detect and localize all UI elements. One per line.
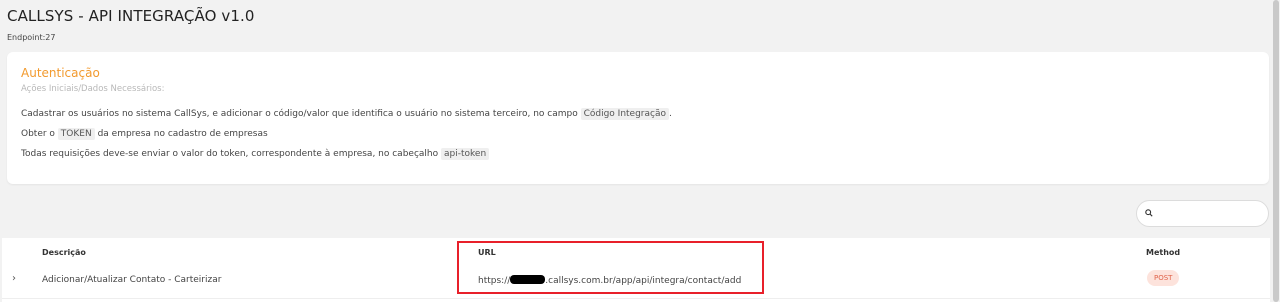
code-integracao: Código Integração: [580, 108, 669, 120]
method-badge: POST: [1147, 270, 1180, 286]
column-header-method: Method: [1146, 248, 1181, 257]
scrollbar[interactable]: [1272, 0, 1280, 302]
search-icon: [1145, 209, 1153, 217]
instruction-text: .: [668, 109, 672, 119]
instruction-text: Obter o: [21, 129, 58, 139]
instruction-text: da empresa no cadastro de empresas: [94, 129, 268, 139]
endpoint-label: Endpoint:27: [7, 33, 56, 42]
auth-instruction-3: Todas requisições deve-se enviar o valor…: [21, 148, 490, 160]
auth-card: Autenticação Ações Iniciais/Dados Necess…: [7, 52, 1269, 184]
search-input[interactable]: [1136, 200, 1269, 227]
auth-instruction-2: Obter o TOKEN da empresa no cadastro de …: [21, 128, 268, 140]
page-title: CALLSYS - API INTEGRAÇÃO v1.0: [7, 7, 255, 25]
instruction-text: Todas requisições deve-se enviar o valor…: [21, 149, 441, 159]
code-api-token: api-token: [441, 148, 490, 160]
auth-instruction-1: Cadastrar os usuários no sistema CallSys…: [21, 108, 672, 120]
code-token: TOKEN: [57, 128, 95, 140]
column-header-description: Descrição: [42, 248, 86, 257]
auth-card-subtitle: Ações Iniciais/Dados Necessários:: [21, 84, 165, 94]
row-description[interactable]: Adicionar/Atualizar Contato - Carteiriza…: [42, 275, 221, 285]
row-divider: [2, 298, 1270, 299]
auth-card-title: Autenticação: [21, 66, 100, 80]
url-highlight-box: [457, 241, 764, 294]
instruction-text: Cadastrar os usuários no sistema CallSys…: [21, 109, 581, 119]
expand-row-icon[interactable]: ›: [12, 273, 16, 284]
scrollbar-thumb[interactable]: [1273, 0, 1279, 302]
